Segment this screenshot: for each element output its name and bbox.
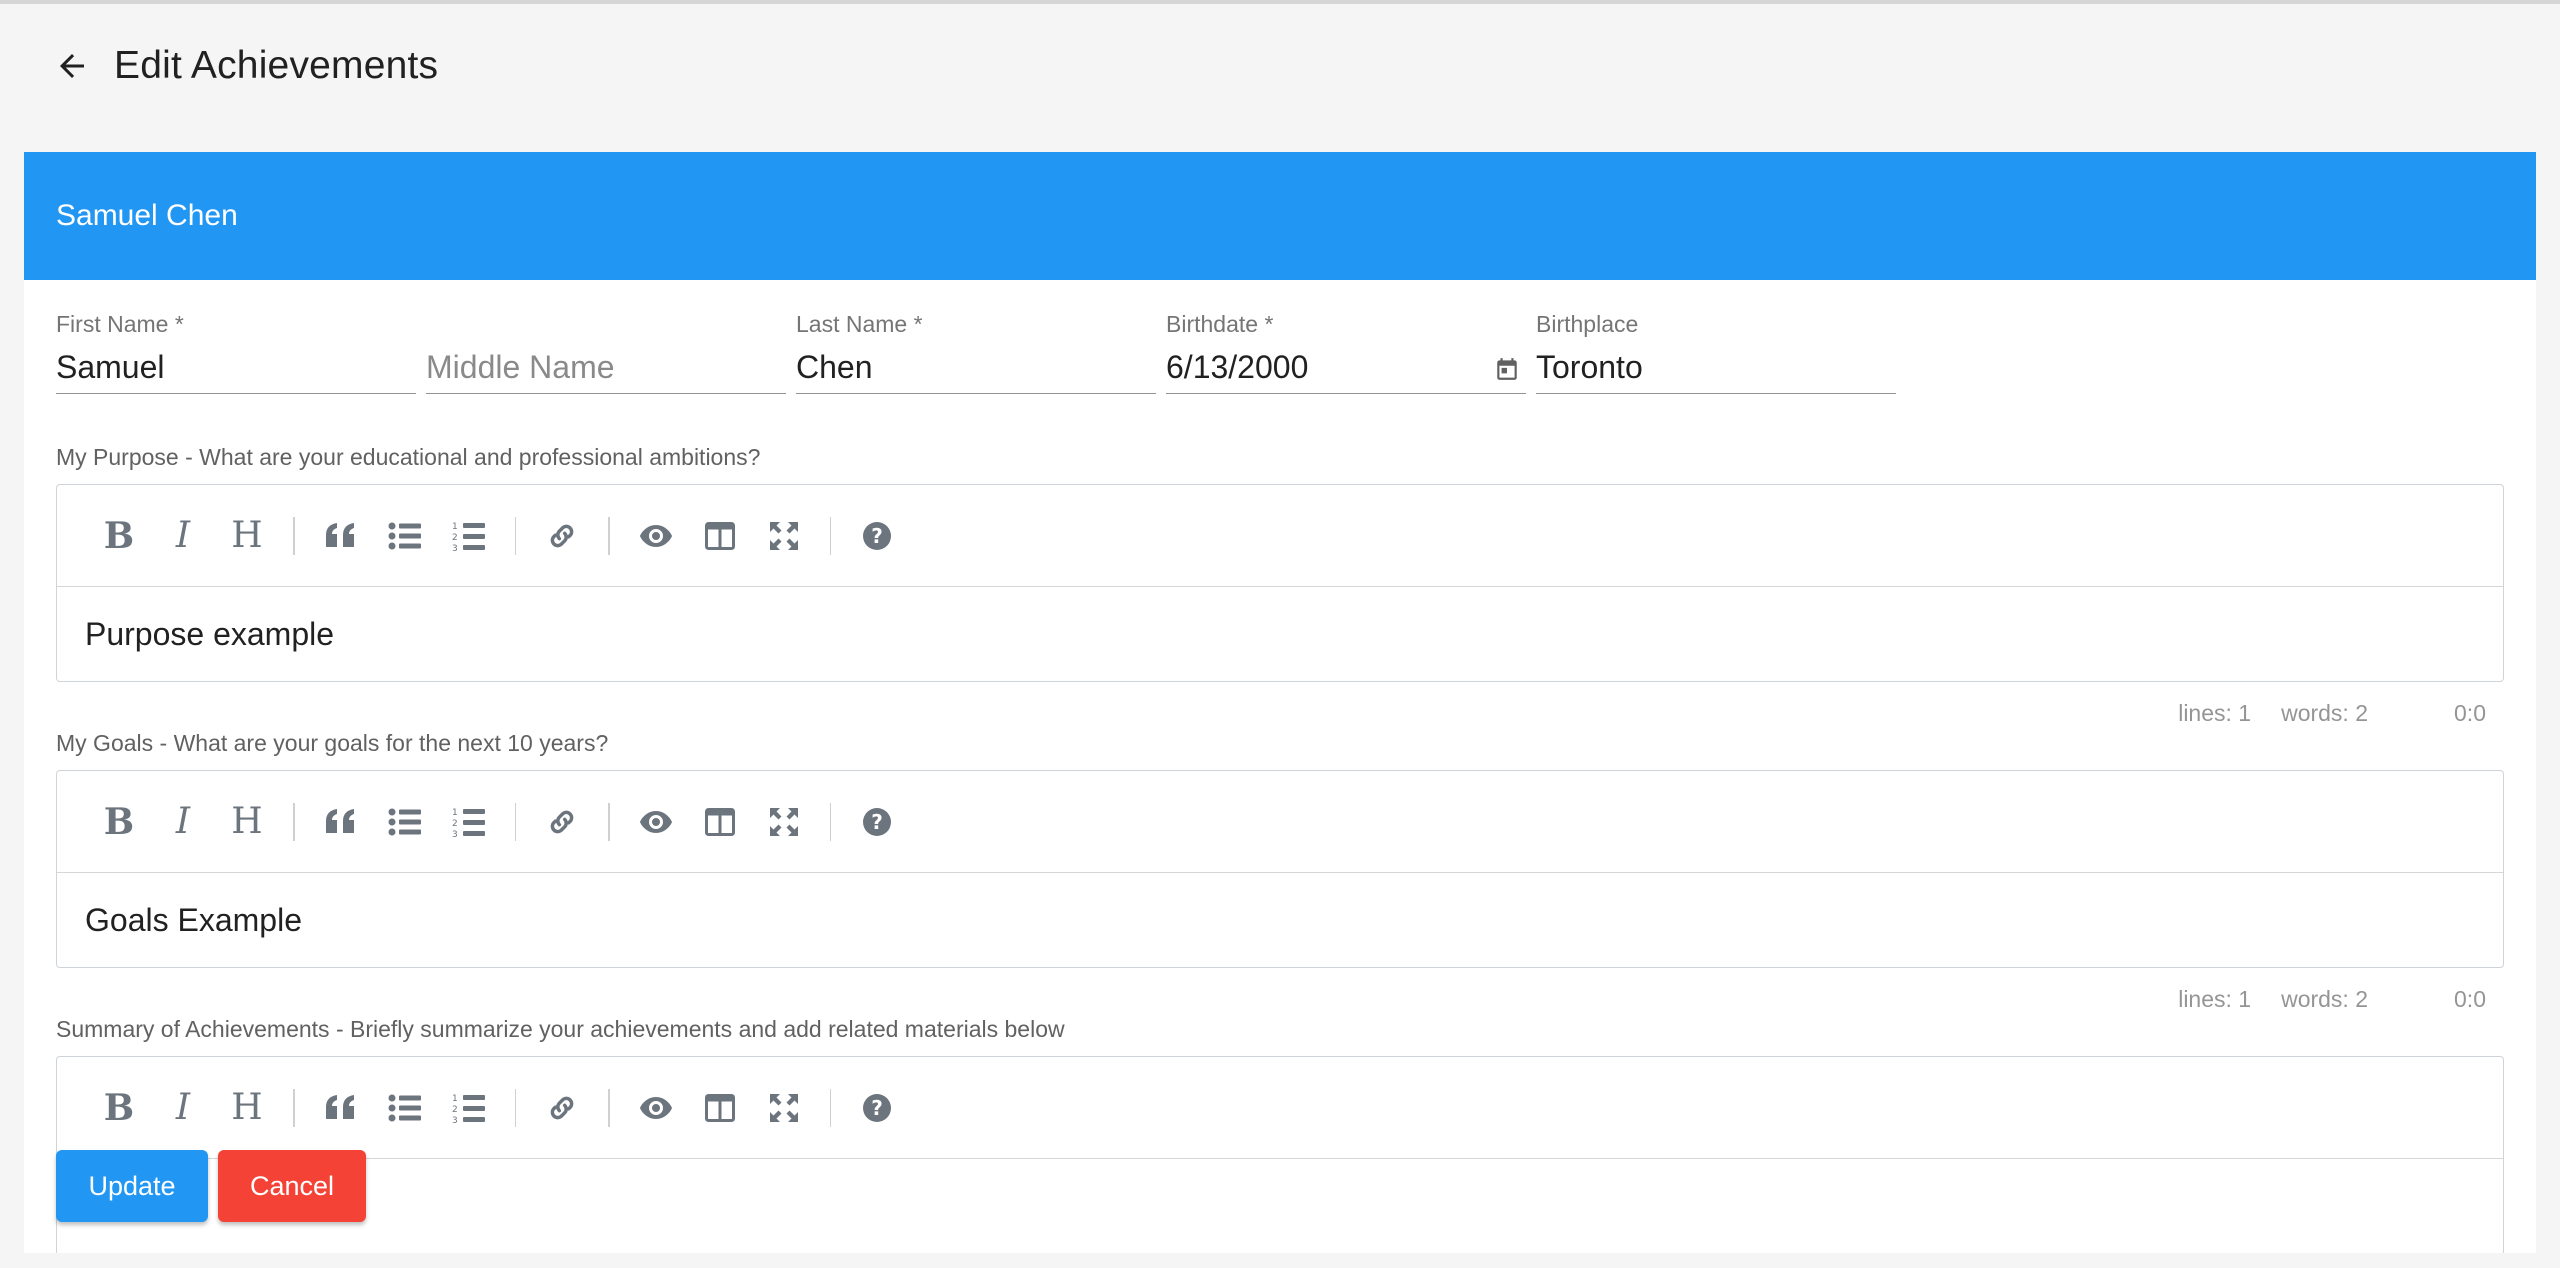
first-name-label: First Name *: [56, 311, 184, 337]
birthplace-field: Birthplace Toronto: [1536, 310, 1896, 394]
toolbar-separator: [293, 516, 295, 555]
back-arrow-icon[interactable]: [52, 46, 92, 86]
summary-toolbar: B I H 1 2 3?: [57, 1057, 2503, 1159]
side-by-side-icon[interactable]: [688, 504, 752, 568]
cancel-button[interactable]: Cancel: [218, 1150, 366, 1222]
lines-count: lines: 1: [2178, 986, 2252, 1012]
toolbar-separator: [608, 516, 610, 555]
preview-icon[interactable]: [624, 1076, 688, 1140]
app-bar: Edit Achievements: [0, 4, 2560, 128]
unordered-list-icon[interactable]: [373, 1076, 437, 1140]
side-by-side-icon[interactable]: [688, 1076, 752, 1140]
svg-text:1: 1: [452, 808, 458, 818]
svg-text:1: 1: [452, 1094, 458, 1104]
first-name-input[interactable]: Samuel: [56, 338, 416, 394]
birthplace-label: Birthplace: [1536, 311, 1639, 337]
svg-text:2: 2: [452, 819, 458, 829]
fullscreen-icon[interactable]: [752, 790, 816, 854]
middle-name-input[interactable]: Middle Name: [426, 338, 786, 394]
fullscreen-icon[interactable]: [752, 504, 816, 568]
svg-text:2: 2: [452, 533, 458, 543]
preview-icon[interactable]: [624, 504, 688, 568]
toolbar-separator: [293, 802, 295, 841]
svg-text:?: ?: [871, 524, 883, 548]
unordered-list-icon[interactable]: [373, 790, 437, 854]
birthdate-field: Birthdate * 6/13/2000: [1166, 310, 1526, 394]
unordered-list-icon[interactable]: [373, 504, 437, 568]
cursor-position: 0:0: [2454, 700, 2486, 726]
lines-count: lines: 1: [2178, 700, 2252, 726]
toolbar-separator: [514, 802, 516, 841]
purpose-editor: B I H 1 2 3? Purpose example: [56, 484, 2504, 682]
purpose-content[interactable]: Purpose example: [57, 587, 2503, 681]
toolbar-separator: [829, 1088, 831, 1127]
preview-icon[interactable]: [624, 790, 688, 854]
toolbar-separator: [829, 802, 831, 841]
link-icon[interactable]: [530, 790, 594, 854]
birthdate-input[interactable]: 6/13/2000: [1166, 338, 1526, 394]
toolbar-separator: [293, 1088, 295, 1127]
goals-editor: B I H 1 2 3? Goals Example: [56, 770, 2504, 968]
purpose-label: My Purpose - What are your educational a…: [56, 444, 761, 470]
svg-text:1: 1: [452, 522, 458, 532]
help-icon[interactable]: ?: [845, 504, 909, 568]
bold-icon[interactable]: B: [87, 1076, 151, 1140]
purpose-toolbar: B I H 1 2 3?: [57, 485, 2503, 587]
last-name-field: Last Name * Chen: [796, 310, 1156, 394]
italic-icon[interactable]: I: [151, 504, 215, 568]
link-icon[interactable]: [530, 1076, 594, 1140]
svg-text:3: 3: [452, 830, 458, 838]
ordered-list-icon[interactable]: 123: [437, 1076, 501, 1140]
italic-icon[interactable]: I: [151, 1076, 215, 1140]
first-name-field: First Name * Samuel: [56, 310, 416, 394]
last-name-label: Last Name *: [796, 311, 923, 337]
goals-content[interactable]: Goals Example: [57, 873, 2503, 967]
goals-toolbar: B I H 1 2 3?: [57, 771, 2503, 873]
ordered-list-icon[interactable]: 123: [437, 790, 501, 854]
student-name-header: Samuel Chen: [24, 152, 2536, 280]
svg-text:?: ?: [871, 810, 883, 834]
help-icon[interactable]: ?: [845, 1076, 909, 1140]
heading-icon[interactable]: H: [215, 1076, 279, 1140]
page-title: Edit Achievements: [114, 44, 439, 87]
toolbar-separator: [608, 1088, 610, 1127]
svg-text:2: 2: [452, 1105, 458, 1115]
middle-name-field: Middle Name: [426, 310, 786, 394]
toolbar-separator: [514, 1088, 516, 1127]
svg-text:3: 3: [452, 544, 458, 552]
birthplace-input[interactable]: Toronto: [1536, 338, 1896, 394]
italic-icon[interactable]: I: [151, 790, 215, 854]
toolbar-separator: [514, 516, 516, 555]
fullscreen-icon[interactable]: [752, 1076, 816, 1140]
update-button[interactable]: Update: [56, 1150, 208, 1222]
side-by-side-icon[interactable]: [688, 790, 752, 854]
ordered-list-icon[interactable]: 123: [437, 504, 501, 568]
goals-label: My Goals - What are your goals for the n…: [56, 730, 609, 756]
link-icon[interactable]: [530, 504, 594, 568]
svg-text:?: ?: [871, 1096, 883, 1120]
bold-icon[interactable]: B: [87, 504, 151, 568]
last-name-input[interactable]: Chen: [796, 338, 1156, 394]
quote-icon[interactable]: [309, 504, 373, 568]
toolbar-separator: [608, 802, 610, 841]
heading-icon[interactable]: H: [215, 504, 279, 568]
birthdate-value: 6/13/2000: [1166, 349, 1309, 385]
goals-statusbar: lines: 1 words: 2 0:0: [2178, 986, 2486, 1013]
words-count: words: 2: [2281, 700, 2369, 726]
words-count: words: 2: [2281, 986, 2369, 1012]
quote-icon[interactable]: [309, 1076, 373, 1140]
heading-icon[interactable]: H: [215, 790, 279, 854]
svg-text:3: 3: [452, 1116, 458, 1124]
purpose-statusbar: lines: 1 words: 2 0:0: [2178, 700, 2486, 727]
cursor-position: 0:0: [2454, 986, 2486, 1012]
summary-label: Summary of Achievements - Briefly summar…: [56, 1016, 1065, 1042]
summary-editor: B I H 1 2 3?: [56, 1056, 2504, 1253]
birthdate-label: Birthdate *: [1166, 311, 1274, 337]
calendar-icon[interactable]: [1494, 356, 1520, 382]
help-icon[interactable]: ?: [845, 790, 909, 854]
bold-icon[interactable]: B: [87, 790, 151, 854]
toolbar-separator: [829, 516, 831, 555]
quote-icon[interactable]: [309, 790, 373, 854]
edit-card: Samuel Chen First Name * Samuel Middle N…: [24, 152, 2536, 1253]
